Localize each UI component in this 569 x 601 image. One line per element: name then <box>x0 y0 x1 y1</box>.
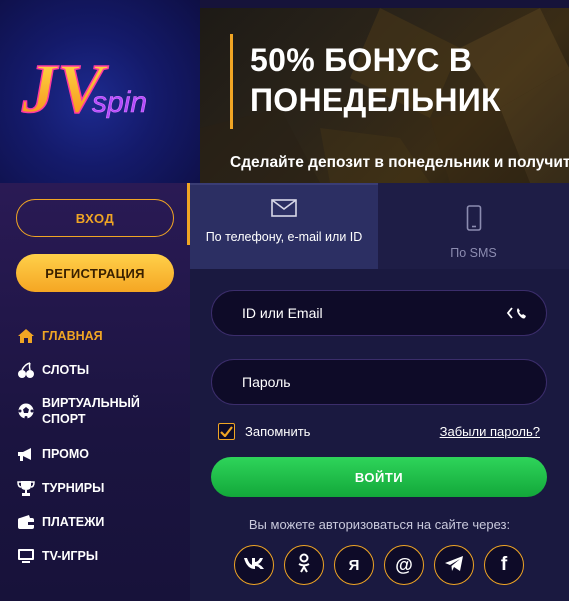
password-input[interactable]: Пароль <box>211 359 547 405</box>
sidebar-item-label: TV-ИГРЫ <box>42 549 99 563</box>
megaphone-icon <box>16 445 36 463</box>
page-root: JV spin 50% БОНУС В ПОНЕДЕЛЬНИК Сделайте… <box>0 0 569 601</box>
sidebar-item-home[interactable]: ГЛАВНАЯ <box>16 327 103 345</box>
social-login-caption: Вы можете авторизоваться на сайте через: <box>248 517 511 532</box>
password-placeholder: Пароль <box>242 374 291 390</box>
sidebar-item-promo[interactable]: ПРОМО <box>16 445 89 463</box>
submit-login-button[interactable]: ВОЙТИ <box>211 457 547 497</box>
top-strip <box>200 0 569 8</box>
sidebar: ВХОД РЕГИСТРАЦИЯ ГЛАВНАЯ СЛОТЫ ВИРТУАЛЬН… <box>0 183 190 601</box>
sidebar-item-label: ПЛАТЕЖИ <box>42 515 105 529</box>
sidebar-item-label: ГЛАВНАЯ <box>42 329 103 343</box>
sidebar-item-label: ВИРТУАЛЬНЫЙ СПОРТ <box>42 396 140 426</box>
banner-title: 50% БОНУС В ПОНЕДЕЛЬНИК <box>250 42 501 118</box>
soccer-ball-icon <box>16 402 36 420</box>
odnoklassniki-icon <box>296 553 312 577</box>
telegram-login-button[interactable] <box>434 545 474 585</box>
sidebar-item-slots[interactable]: СЛОТЫ <box>16 361 89 379</box>
yandex-icon: Я <box>348 556 360 574</box>
home-icon <box>16 327 36 345</box>
banner-accent-bar <box>230 34 233 129</box>
register-button[interactable]: РЕГИСТРАЦИЯ <box>16 254 174 292</box>
sidebar-item-virtual-sport[interactable]: ВИРТУАЛЬНЫЙ СПОРТ <box>16 395 162 427</box>
sidebar-item-label: СЛОТЫ <box>42 363 90 377</box>
cherries-icon <box>16 361 36 379</box>
sidebar-item-tournaments[interactable]: ТУРНИРЫ <box>16 479 104 497</box>
tab-label: По SMS <box>450 246 497 260</box>
login-button[interactable]: ВХОД <box>16 199 174 237</box>
sidebar-item-label: ПРОМО <box>42 447 90 461</box>
forgot-password-link[interactable]: Забыли пароль? <box>440 424 540 439</box>
tab-phone-email-id[interactable]: По телефону, e-mail или ID <box>190 183 378 269</box>
remember-checkbox[interactable]: Запомнить <box>218 423 310 440</box>
smartphone-icon <box>466 205 482 236</box>
remember-label: Запомнить <box>245 424 311 439</box>
sidebar-item-payments[interactable]: ПЛАТЕЖИ <box>16 513 104 531</box>
login-panel: По телефону, e-mail или ID По SMS ID или… <box>190 183 569 601</box>
brand-logo-area[interactable]: JV spin <box>0 0 200 183</box>
facebook-login-button[interactable]: f <box>484 545 524 585</box>
telegram-icon <box>444 555 464 576</box>
vk-login-button[interactable] <box>234 545 274 585</box>
mailru-login-button[interactable]: @ <box>384 545 424 585</box>
jvspin-logo: JV spin <box>20 50 147 129</box>
tv-icon <box>16 547 36 565</box>
trophy-icon <box>16 479 36 497</box>
tab-sms[interactable]: По SMS <box>378 183 569 269</box>
id-email-input[interactable]: ID или Email <box>211 290 547 336</box>
banner-subtitle: Сделайте депозит в понедельник и получит… <box>230 154 569 171</box>
id-email-placeholder: ID или Email <box>242 305 323 321</box>
vk-icon <box>243 556 265 574</box>
tab-label: По телефону, e-mail или ID <box>205 230 363 244</box>
logo-sub-text: spin <box>92 86 147 119</box>
mailru-icon: @ <box>395 554 413 575</box>
promo-banner[interactable]: 50% БОНУС В ПОНЕДЕЛЬНИК Сделайте депозит… <box>200 8 569 183</box>
sidebar-item-label: ТУРНИРЫ <box>42 481 105 495</box>
checkbox-checked-icon <box>218 423 235 440</box>
yandex-login-button[interactable]: Я <box>334 545 374 585</box>
wallet-icon <box>16 513 36 531</box>
sidebar-item-tv-games[interactable]: TV-ИГРЫ <box>16 547 98 565</box>
facebook-icon: f <box>500 554 508 575</box>
envelope-icon <box>271 199 297 222</box>
phone-toggle-icon[interactable] <box>506 305 532 321</box>
odnoklassniki-login-button[interactable] <box>284 545 324 585</box>
